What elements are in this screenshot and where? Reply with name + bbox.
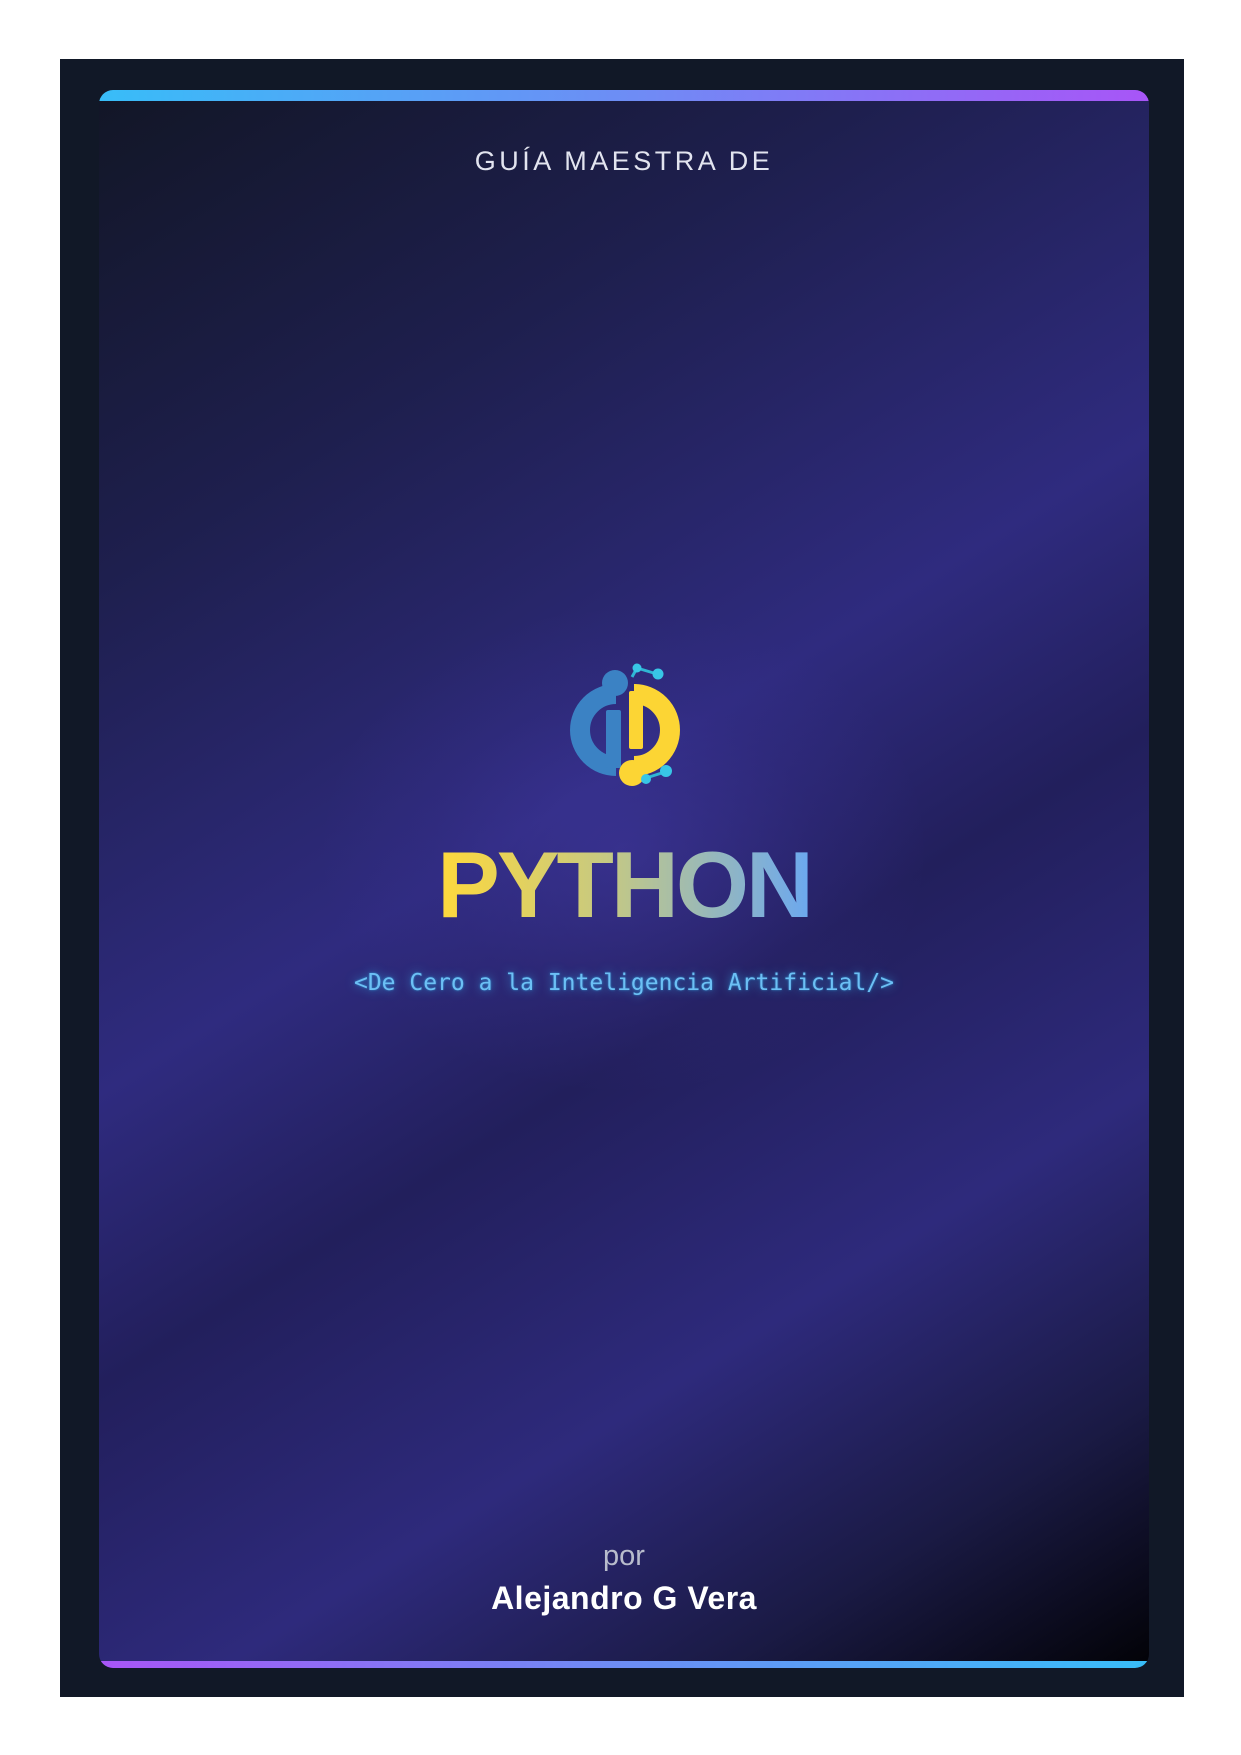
bottom-accent-bar bbox=[99, 1661, 1149, 1668]
cover-title: PYTHON bbox=[99, 838, 1149, 932]
top-accent-bar bbox=[99, 90, 1149, 101]
logo-graphic bbox=[570, 663, 680, 786]
cover-eyebrow: GUÍA MAESTRA DE bbox=[474, 146, 774, 176]
book-cover: GUÍA MAESTRA DE PYTHON <De Cero a la Int… bbox=[99, 90, 1149, 1668]
logo-yellow-dot bbox=[619, 760, 645, 786]
author-prefix: por bbox=[603, 1540, 645, 1572]
author-name: Alejandro G Vera bbox=[491, 1580, 757, 1616]
book-page: GUÍA MAESTRA DE PYTHON <De Cero a la Int… bbox=[60, 59, 1184, 1697]
cover-title-text: PYTHON bbox=[437, 832, 814, 937]
logo-node bbox=[632, 663, 642, 673]
logo-blue-bar bbox=[606, 710, 621, 768]
logo-node bbox=[652, 668, 664, 680]
logo-node bbox=[641, 774, 651, 784]
cover-subtitle: <De Cero a la Inteligencia Artificial/> bbox=[353, 970, 895, 996]
logo-node bbox=[660, 765, 672, 777]
python-ai-logo-icon bbox=[562, 655, 690, 795]
logo-blue-dot bbox=[602, 670, 628, 696]
logo-yellow-bar bbox=[629, 691, 643, 749]
